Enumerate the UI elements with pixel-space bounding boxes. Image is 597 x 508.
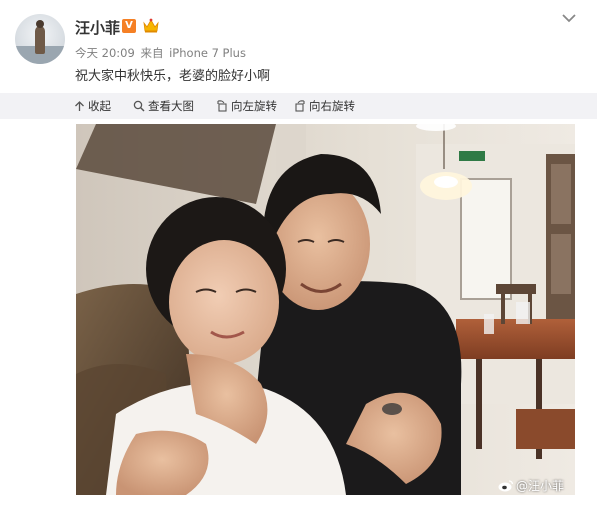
rotate-left-label: 向左旋转 — [231, 99, 277, 113]
weibo-post-card: 汪小菲 V 今天 20:09 来自 iPhone 7 Plus 祝大家中秋快乐，… — [0, 0, 597, 508]
chevron-down-icon[interactable] — [561, 12, 577, 24]
post-text: 祝大家中秋快乐，老婆的脸好小啊 — [75, 69, 271, 84]
magnifier-icon — [133, 100, 145, 112]
rotate-right-icon — [295, 100, 305, 112]
photo-scene — [76, 124, 575, 495]
post-username[interactable]: 汪小菲 — [75, 17, 120, 38]
source-device[interactable]: iPhone 7 Plus — [169, 46, 246, 60]
source-prefix: 来自 — [140, 46, 164, 60]
view-large-button[interactable]: 查看大图 — [133, 97, 194, 115]
post-photo[interactable] — [76, 124, 575, 495]
collapse-button[interactable]: 收起 — [74, 97, 111, 115]
collapse-arrow-icon — [75, 100, 84, 111]
post-meta: 今天 20:09 来自 iPhone 7 Plus — [75, 45, 248, 61]
rotate-right-button[interactable]: 向右旋转 — [294, 97, 355, 115]
rotate-left-icon — [217, 100, 227, 112]
collapse-label: 收起 — [88, 99, 111, 113]
rotate-right-label: 向右旋转 — [309, 99, 355, 113]
vip-crown-icon[interactable] — [142, 17, 160, 34]
post-time[interactable]: 今天 20:09 — [75, 46, 135, 60]
verified-badge: V — [122, 19, 136, 33]
image-toolbar: 收起 查看大图 向左旋转 向右旋转 — [0, 93, 597, 119]
avatar[interactable] — [15, 14, 65, 64]
watermark-text: @汪小菲 — [516, 479, 565, 493]
photo-watermark: @汪小菲 — [498, 477, 564, 494]
rotate-left-button[interactable]: 向左旋转 — [216, 97, 277, 115]
view-large-label: 查看大图 — [148, 99, 194, 113]
weibo-logo-icon — [498, 480, 514, 492]
